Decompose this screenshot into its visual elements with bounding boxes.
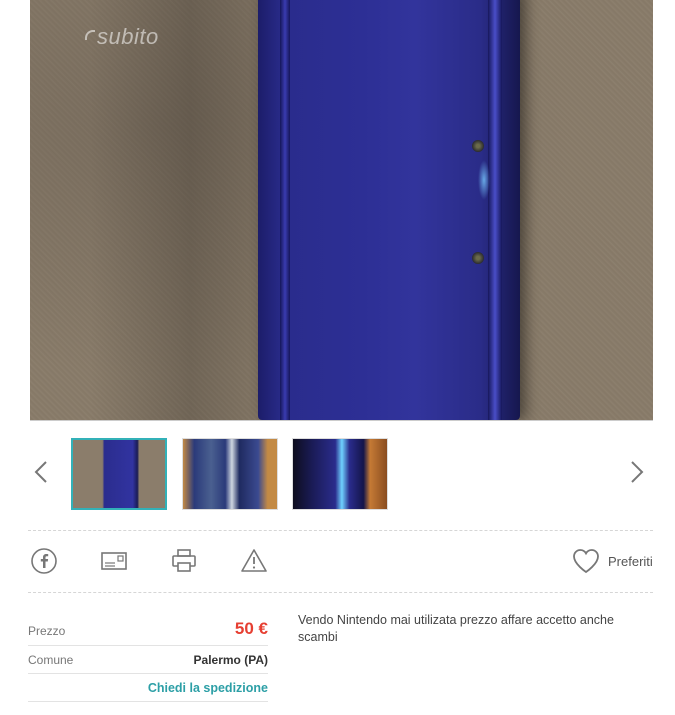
comune-value: Palermo (PA) [193, 652, 268, 667]
chevron-left-icon [34, 461, 47, 483]
comune-row: Comune Palermo (PA) [28, 646, 268, 674]
favorites-label: Preferiti [608, 553, 653, 569]
mail-icon [101, 552, 127, 570]
email-share-button[interactable] [100, 547, 128, 575]
ad-description: Vendo Nintendo mai utilizata prezzo affa… [298, 613, 614, 644]
price-value: 50 € [234, 618, 268, 638]
facebook-share-button[interactable] [30, 547, 58, 575]
price-label: Prezzo [28, 623, 66, 638]
warning-icon [241, 549, 267, 572]
gallery-next-button[interactable] [630, 460, 650, 488]
thumbnail-2[interactable] [182, 438, 278, 510]
facebook-icon [31, 548, 57, 574]
divider [28, 592, 653, 593]
divider [28, 530, 653, 531]
product-image [258, 0, 520, 420]
shipping-row: Chiedi la spedizione [28, 674, 268, 702]
gallery-prev-button[interactable] [34, 460, 54, 488]
price-row: Prezzo 50 € [28, 612, 268, 646]
print-button[interactable] [170, 547, 198, 575]
shipping-link[interactable]: Chiedi la spedizione [148, 681, 268, 695]
chevron-right-icon [631, 461, 644, 483]
favorites-button[interactable]: Preferiti [572, 546, 653, 576]
thumbnail-3[interactable] [292, 438, 388, 510]
report-button[interactable] [240, 547, 268, 575]
print-icon [172, 549, 196, 572]
comune-label: Comune [28, 652, 74, 667]
subito-watermark: subito [85, 24, 159, 50]
thumbnail-1[interactable] [71, 438, 167, 510]
ad-details: Prezzo 50 € Comune Palermo (PA) Chiedi l… [28, 612, 268, 702]
main-photo[interactable]: subito [30, 0, 653, 421]
heart-icon [573, 549, 599, 574]
